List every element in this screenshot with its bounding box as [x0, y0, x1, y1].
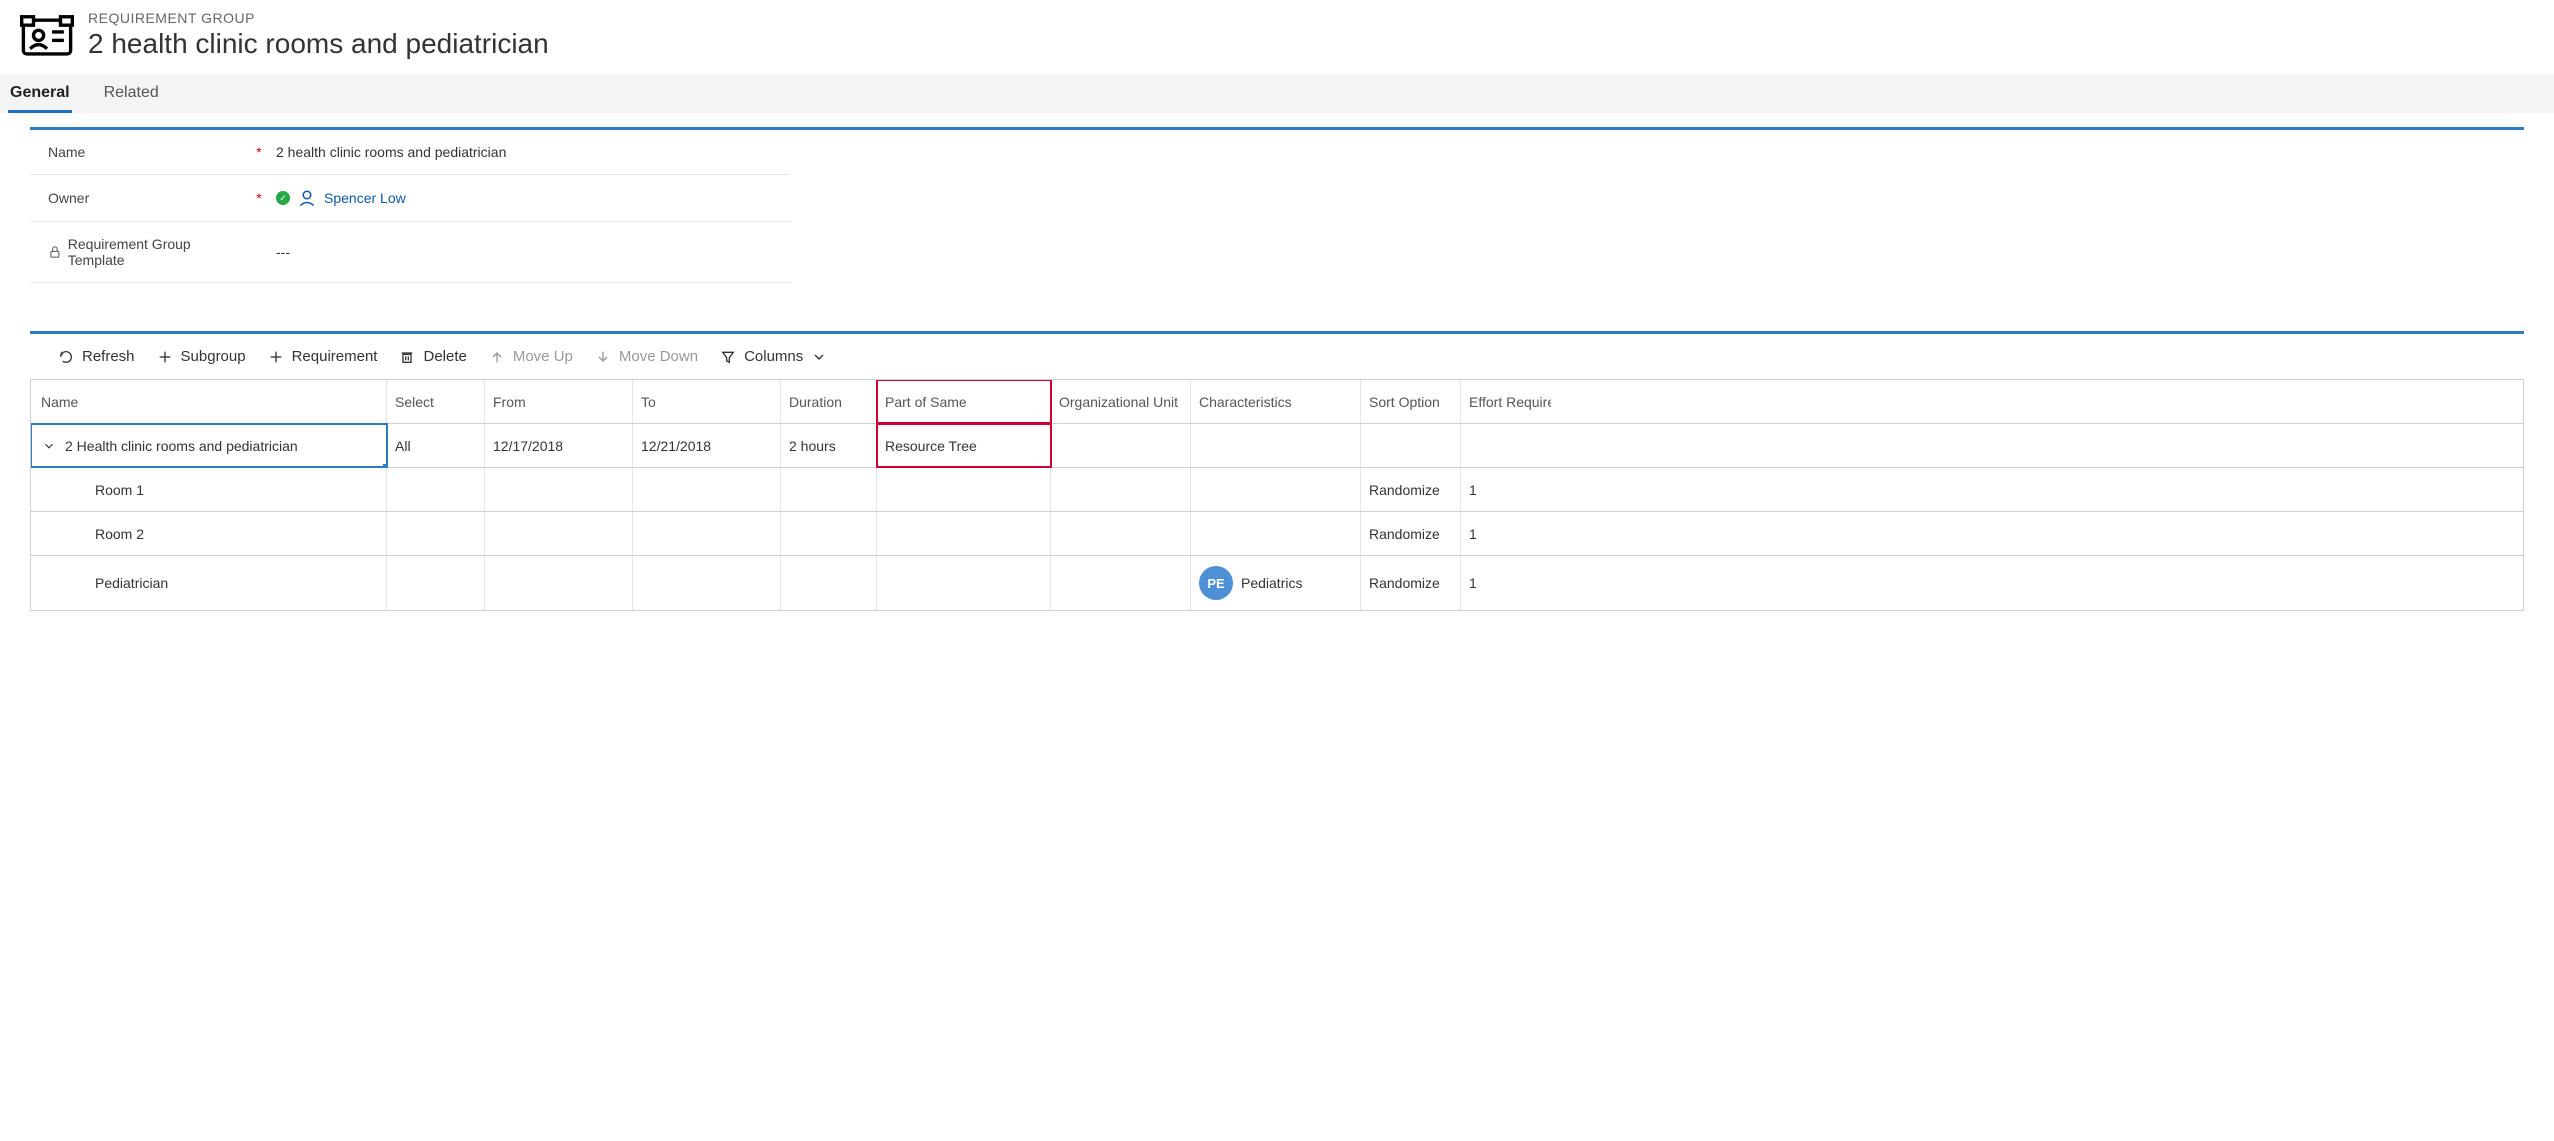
field-template-value: --- — [276, 244, 290, 260]
field-name-value[interactable]: 2 health clinic rooms and pediatrician — [276, 144, 506, 160]
table-row[interactable]: Room 2 Randomize 1 — [31, 512, 2523, 556]
lock-icon — [48, 245, 62, 259]
add-requirement-button[interactable]: Requirement — [268, 348, 378, 365]
cell-sort-option[interactable]: Randomize — [1361, 512, 1461, 555]
col-effort-required[interactable]: Effort Require — [1461, 380, 1551, 423]
move-down-button[interactable]: Move Down — [595, 348, 698, 365]
cell-sort-option[interactable]: Randomize — [1361, 468, 1461, 511]
cell-select[interactable] — [387, 556, 485, 610]
table-row[interactable]: Pediatrician PE Pediatrics Randomize 1 — [31, 556, 2523, 611]
field-template-label: Requirement Group Template — [68, 236, 248, 268]
cell-effort[interactable]: 1 — [1461, 556, 1551, 610]
cell-name[interactable]: 2 Health clinic rooms and pediatrician — [31, 424, 387, 467]
plus-icon — [268, 349, 284, 365]
tab-bar: General Related — [0, 74, 2554, 113]
cell-sort-option[interactable]: Randomize — [1361, 556, 1461, 610]
col-part-of-same[interactable]: Part of Same — [877, 380, 1051, 423]
required-indicator: * — [252, 144, 266, 160]
cell-to[interactable] — [633, 468, 781, 511]
cell-effort[interactable]: 1 — [1461, 468, 1551, 511]
col-sort-option[interactable]: Sort Option — [1361, 380, 1461, 423]
cell-org-unit[interactable] — [1051, 556, 1191, 610]
entity-icon — [20, 14, 74, 60]
cell-characteristics[interactable] — [1191, 468, 1361, 511]
requirements-grid-section: Refresh Subgroup Requirement Delete Move… — [30, 331, 2524, 611]
field-owner[interactable]: Owner * Spencer Low — [30, 175, 790, 222]
refresh-button[interactable]: Refresh — [58, 348, 135, 365]
cell-to[interactable] — [633, 512, 781, 555]
move-up-button[interactable]: Move Up — [489, 348, 573, 365]
col-characteristics[interactable]: Characteristics — [1191, 380, 1361, 423]
cell-name[interactable]: Pediatrician — [31, 556, 387, 610]
chevron-down-icon — [811, 349, 827, 365]
plus-icon — [157, 349, 173, 365]
cell-part-of-same[interactable] — [877, 512, 1051, 555]
cell-name[interactable]: Room 2 — [31, 512, 387, 555]
field-template: Requirement Group Template * --- — [30, 222, 790, 283]
cell-part-of-same[interactable] — [877, 468, 1051, 511]
col-to[interactable]: To — [633, 380, 781, 423]
grid-header-row: Name Select From To Duration Part of Sam… — [31, 380, 2523, 424]
field-owner-value[interactable]: Spencer Low — [324, 190, 406, 206]
cell-from[interactable] — [485, 556, 633, 610]
tab-related[interactable]: Related — [102, 74, 161, 113]
entity-label: REQUIREMENT GROUP — [88, 10, 549, 26]
characteristic-text: Pediatrics — [1241, 575, 1302, 591]
cell-org-unit[interactable] — [1051, 424, 1191, 467]
cell-characteristics[interactable]: PE Pediatrics — [1191, 556, 1361, 610]
cell-org-unit[interactable] — [1051, 468, 1191, 511]
cell-sort-option[interactable] — [1361, 424, 1461, 467]
table-row[interactable]: Room 1 Randomize 1 — [31, 468, 2523, 512]
delete-button[interactable]: Delete — [399, 348, 466, 365]
col-from[interactable]: From — [485, 380, 633, 423]
grid-toolbar: Refresh Subgroup Requirement Delete Move… — [30, 334, 2524, 379]
required-indicator: * — [252, 190, 266, 206]
cell-duration[interactable] — [781, 556, 877, 610]
page-title: 2 health clinic rooms and pediatrician — [88, 28, 549, 60]
cell-from[interactable]: 12/17/2018 — [485, 424, 633, 467]
cell-select[interactable]: All — [387, 424, 485, 467]
cell-duration[interactable] — [781, 512, 877, 555]
cell-effort[interactable]: 1 — [1461, 512, 1551, 555]
field-name[interactable]: Name * 2 health clinic rooms and pediatr… — [30, 130, 790, 175]
add-subgroup-button[interactable]: Subgroup — [157, 348, 246, 365]
col-name[interactable]: Name — [31, 380, 387, 423]
cell-part-of-same[interactable]: Resource Tree — [877, 424, 1051, 467]
presence-available-icon — [276, 191, 290, 205]
requirements-grid: Name Select From To Duration Part of Sam… — [30, 379, 2524, 611]
cell-from[interactable] — [485, 468, 633, 511]
cell-duration[interactable] — [781, 468, 877, 511]
person-icon — [298, 189, 316, 207]
refresh-icon — [58, 349, 74, 365]
general-form: Name * 2 health clinic rooms and pediatr… — [30, 127, 2524, 313]
arrow-down-icon — [595, 349, 611, 365]
cell-effort[interactable] — [1461, 424, 1551, 467]
tab-general[interactable]: General — [8, 74, 72, 113]
arrow-up-icon — [489, 349, 505, 365]
cell-name[interactable]: Room 1 — [31, 468, 387, 511]
cell-select[interactable] — [387, 468, 485, 511]
cell-to[interactable] — [633, 556, 781, 610]
record-header: REQUIREMENT GROUP 2 health clinic rooms … — [0, 0, 2554, 74]
cell-to[interactable]: 12/21/2018 — [633, 424, 781, 467]
cell-from[interactable] — [485, 512, 633, 555]
cell-select[interactable] — [387, 512, 485, 555]
col-org-unit[interactable]: Organizational Unit — [1051, 380, 1191, 423]
cell-org-unit[interactable] — [1051, 512, 1191, 555]
cell-duration[interactable]: 2 hours — [781, 424, 877, 467]
trash-icon — [399, 349, 415, 365]
chevron-down-icon[interactable] — [41, 439, 57, 453]
cell-characteristics[interactable] — [1191, 512, 1361, 555]
cell-characteristics[interactable] — [1191, 424, 1361, 467]
col-select[interactable]: Select — [387, 380, 485, 423]
cell-part-of-same[interactable] — [877, 556, 1051, 610]
col-duration[interactable]: Duration — [781, 380, 877, 423]
field-owner-label: Owner — [48, 190, 89, 206]
characteristic-badge: PE — [1199, 566, 1233, 600]
field-name-label: Name — [48, 144, 85, 160]
table-row[interactable]: 2 Health clinic rooms and pediatrician A… — [31, 424, 2523, 468]
columns-button[interactable]: Columns — [720, 348, 827, 365]
filter-icon — [720, 349, 736, 365]
